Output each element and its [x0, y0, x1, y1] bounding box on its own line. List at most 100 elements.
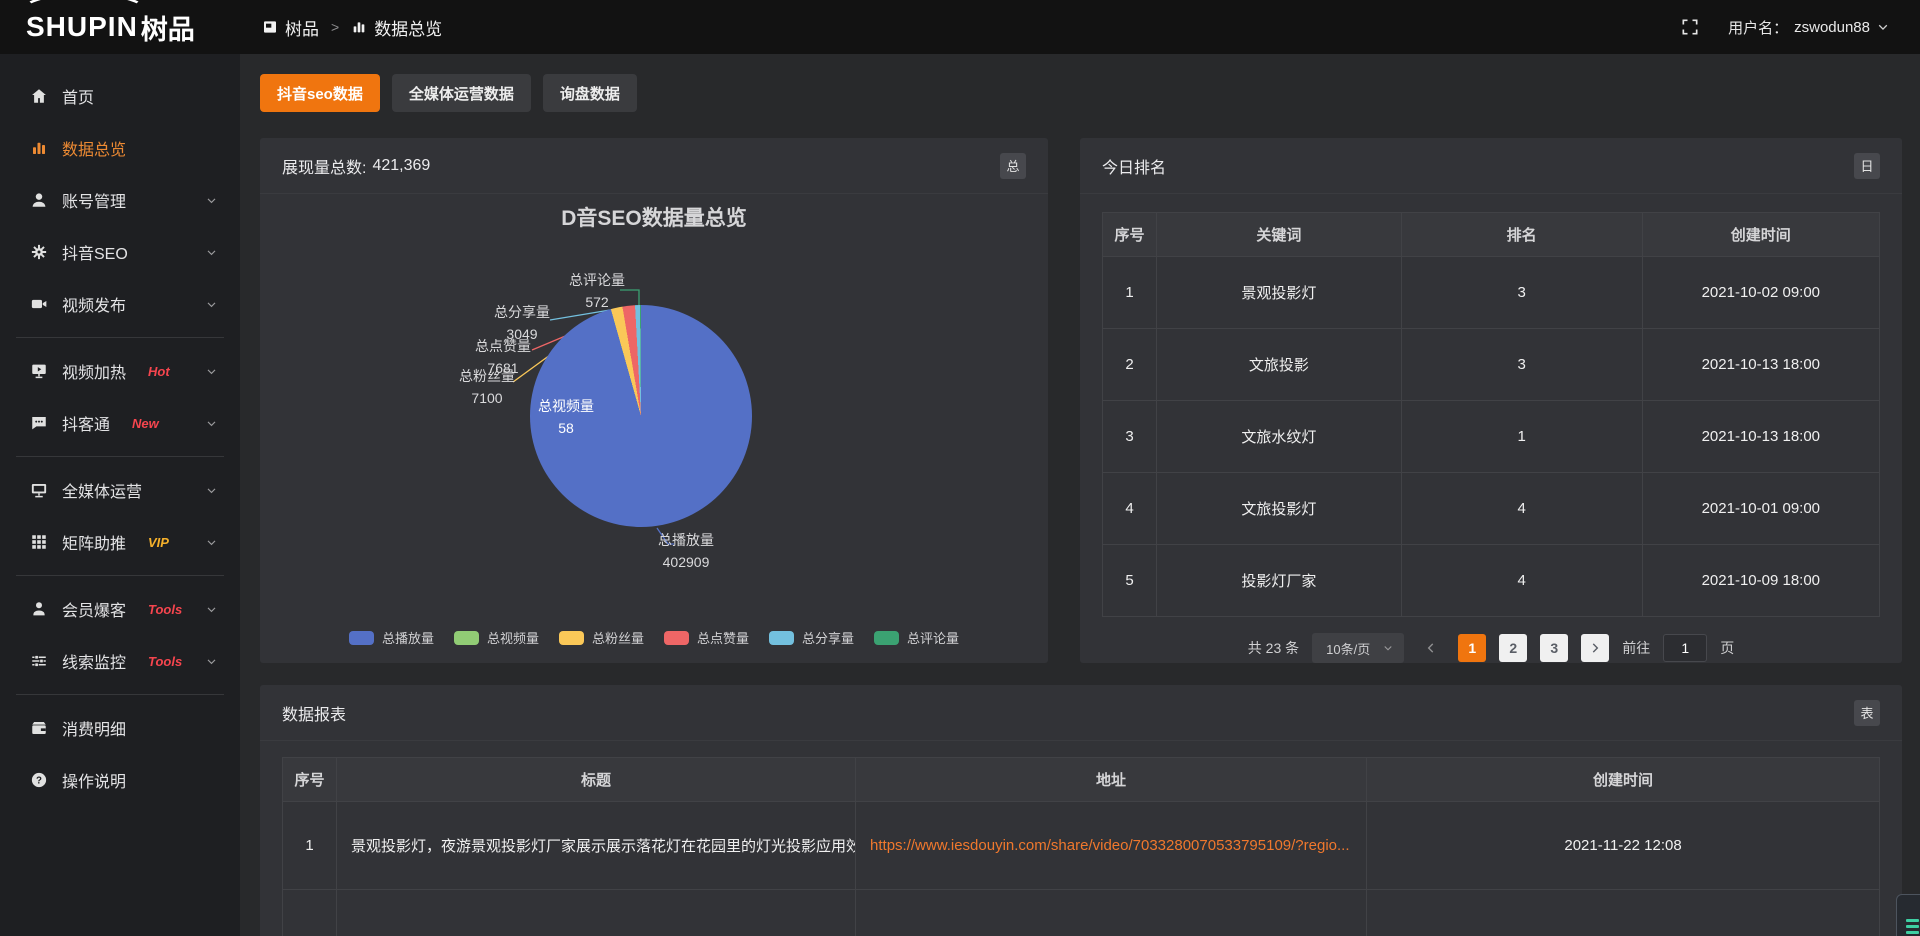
- sidebar-divider: [16, 694, 224, 695]
- legend-item[interactable]: 总粉丝量: [559, 628, 644, 647]
- ranking-table-row: 3文旅水纹灯12021-10-13 18:00: [1103, 401, 1880, 473]
- sidebar-item-data-overview[interactable]: 数据总览: [0, 122, 240, 174]
- next-page-button[interactable]: [1581, 634, 1609, 662]
- sidebar-item-badge: VIP: [148, 535, 169, 550]
- prev-page-button[interactable]: [1417, 634, 1445, 662]
- report-table-toggle-button[interactable]: 表: [1854, 700, 1880, 726]
- impressions-total-label: 展现量总数:: [282, 154, 366, 178]
- tab-media-operation-data[interactable]: 全媒体运营数据: [392, 74, 531, 112]
- ranking-table-cell: 4: [1103, 473, 1157, 545]
- video-icon: [30, 295, 48, 313]
- ranking-column-header: 排名: [1401, 213, 1642, 257]
- breadcrumb-label: 数据总览: [374, 15, 442, 40]
- legend-item[interactable]: 总分享量: [769, 628, 854, 647]
- breadcrumb-item-data-overview[interactable]: 数据总览: [351, 15, 442, 40]
- sidebar-item-label: 全媒体运营: [62, 478, 142, 502]
- username-label: 用户名：: [1728, 17, 1788, 38]
- header-right: 用户名： zswodun88: [1680, 17, 1920, 38]
- svg-text:?: ?: [36, 775, 42, 786]
- legend-label: 总分享量: [802, 628, 854, 647]
- sidebar-item-video-publish[interactable]: 视频发布: [0, 278, 240, 330]
- pie-label-name: 总分享量: [494, 302, 550, 324]
- sidebar-item-label: 线索监控: [62, 649, 126, 673]
- bar-chart-icon: [30, 139, 48, 157]
- video-link[interactable]: https://www.iesdouyin.com/share/video/70…: [870, 837, 1350, 854]
- ranking-table-cell: 2021-10-13 18:00: [1642, 329, 1879, 401]
- report-cell-created: 2021-11-22 12:08: [1367, 802, 1880, 890]
- ranking-table-cell: 2: [1103, 329, 1157, 401]
- sidebar-item-account-management[interactable]: 账号管理: [0, 174, 240, 226]
- ranking-table-cell: 4: [1401, 473, 1642, 545]
- legend-item[interactable]: 总点赞量: [664, 628, 749, 647]
- sidebar-item-badge: Tools: [148, 602, 182, 617]
- legend-swatch: [454, 631, 479, 645]
- sidebar-item-home[interactable]: 首页: [0, 70, 240, 122]
- home-icon: [30, 87, 48, 105]
- sidebar: 首页数据总览账号管理抖音SEO 视频发布视频加热Hot抖客通New 全媒体运营矩阵助…: [0, 54, 240, 936]
- legend-item[interactable]: 总播放量: [349, 628, 434, 647]
- customer-service-widget[interactable]: [1896, 894, 1920, 936]
- breadcrumb-label: 树品: [285, 15, 319, 40]
- report-column-header: 标题: [337, 758, 856, 802]
- page-button-1[interactable]: 1: [1458, 634, 1486, 662]
- pie-label-value: 3049: [494, 324, 550, 346]
- ranking-table-cell: 1: [1103, 257, 1157, 329]
- sidebar-item-consumption-detail[interactable]: 消费明细: [0, 702, 240, 754]
- ranking-table-cell: 2021-10-09 18:00: [1642, 545, 1879, 617]
- sidebar-item-badge: Hot: [148, 364, 170, 379]
- page-size-select[interactable]: 10条/页: [1312, 633, 1404, 663]
- sidebar-item-label: 视频发布: [62, 292, 126, 316]
- sidebar-item-douyin-seo[interactable]: 抖音SEO: [0, 226, 240, 278]
- sidebar-item-douketong[interactable]: 抖客通New: [0, 397, 240, 449]
- chevron-down-icon: [205, 417, 218, 430]
- ranking-table-cell: 文旅投影: [1157, 329, 1402, 401]
- sidebar-item-matrix-boost[interactable]: 矩阵助推VIP: [0, 516, 240, 568]
- report-table-row: 1景观投影灯，夜游景观投影灯厂家展示展示落花灯在花园里的灯光投影应用效果 #ht…: [283, 802, 1880, 890]
- report-column-header: 创建时间: [1367, 758, 1880, 802]
- chevron-down-icon: [205, 484, 218, 497]
- breadcrumb-separator: >: [331, 19, 339, 35]
- legend-item[interactable]: 总评论量: [874, 628, 959, 647]
- bar-chart-icon: [351, 19, 367, 35]
- goto-unit: 页: [1720, 638, 1734, 658]
- ranking-table-row: 1景观投影灯32021-10-02 09:00: [1103, 257, 1880, 329]
- sidebar-item-operation-guide[interactable]: ?操作说明: [0, 754, 240, 806]
- sidebar-item-clue-monitor[interactable]: 线索监控 Tools: [0, 635, 240, 687]
- sidebar-item-media-operation[interactable]: 全媒体运营: [0, 464, 240, 516]
- username-value: zswodun88: [1794, 19, 1870, 36]
- overview-total-toggle-button[interactable]: 总: [1000, 153, 1026, 179]
- sidebar-item-badge: Tools: [148, 654, 182, 669]
- breadcrumb-item-shupin[interactable]: 树品: [262, 15, 319, 40]
- legend-item[interactable]: 总视频量: [454, 628, 539, 647]
- overview-panel-header: 展现量总数: 421,369 总: [260, 138, 1048, 194]
- question-icon: ?: [30, 771, 48, 789]
- chevron-down-icon: [205, 194, 218, 207]
- pie-label-value: 402909: [658, 552, 714, 574]
- member-icon: [30, 600, 48, 618]
- report-table-cell: [856, 890, 1367, 936]
- ranking-table-cell: 4: [1401, 545, 1642, 617]
- impressions-total-value: 421,369: [372, 157, 430, 175]
- chevron-left-icon: [1424, 641, 1438, 655]
- fullscreen-icon[interactable]: [1680, 17, 1700, 37]
- tab-inquiry-data[interactable]: 询盘数据: [543, 74, 637, 112]
- sidebar-item-member-baoke[interactable]: 会员爆客Tools: [0, 583, 240, 635]
- sidebar-item-video-heating[interactable]: 视频加热Hot: [0, 345, 240, 397]
- goto-page-input[interactable]: [1663, 634, 1707, 662]
- ranking-column-header: 序号: [1103, 213, 1157, 257]
- sliders-icon: [30, 652, 48, 670]
- user-menu[interactable]: 用户名： zswodun88: [1728, 17, 1890, 38]
- legend-label: 总播放量: [382, 628, 434, 647]
- page-size-value: 10条/页: [1326, 639, 1370, 658]
- pie-label-value: 7681: [475, 358, 531, 380]
- ranking-day-toggle-button[interactable]: 日: [1854, 153, 1880, 179]
- ranking-table-row: 5投影灯厂家42021-10-09 18:00: [1103, 545, 1880, 617]
- top-header: SHUPIN 树品 树品 > 数据总览 用户名： zswodun88: [0, 0, 1920, 54]
- ranking-table-cell: 2021-10-01 09:00: [1642, 473, 1879, 545]
- page-button-2[interactable]: 2: [1499, 634, 1527, 662]
- chevron-down-icon: [1382, 642, 1394, 654]
- report-table: 序号标题地址创建时间1景观投影灯，夜游景观投影灯厂家展示展示落花灯在花园里的灯光…: [282, 757, 1880, 936]
- report-column-header: 地址: [856, 758, 1367, 802]
- tab-douyin-seo-data[interactable]: 抖音seo数据: [260, 74, 380, 112]
- page-button-3[interactable]: 3: [1540, 634, 1568, 662]
